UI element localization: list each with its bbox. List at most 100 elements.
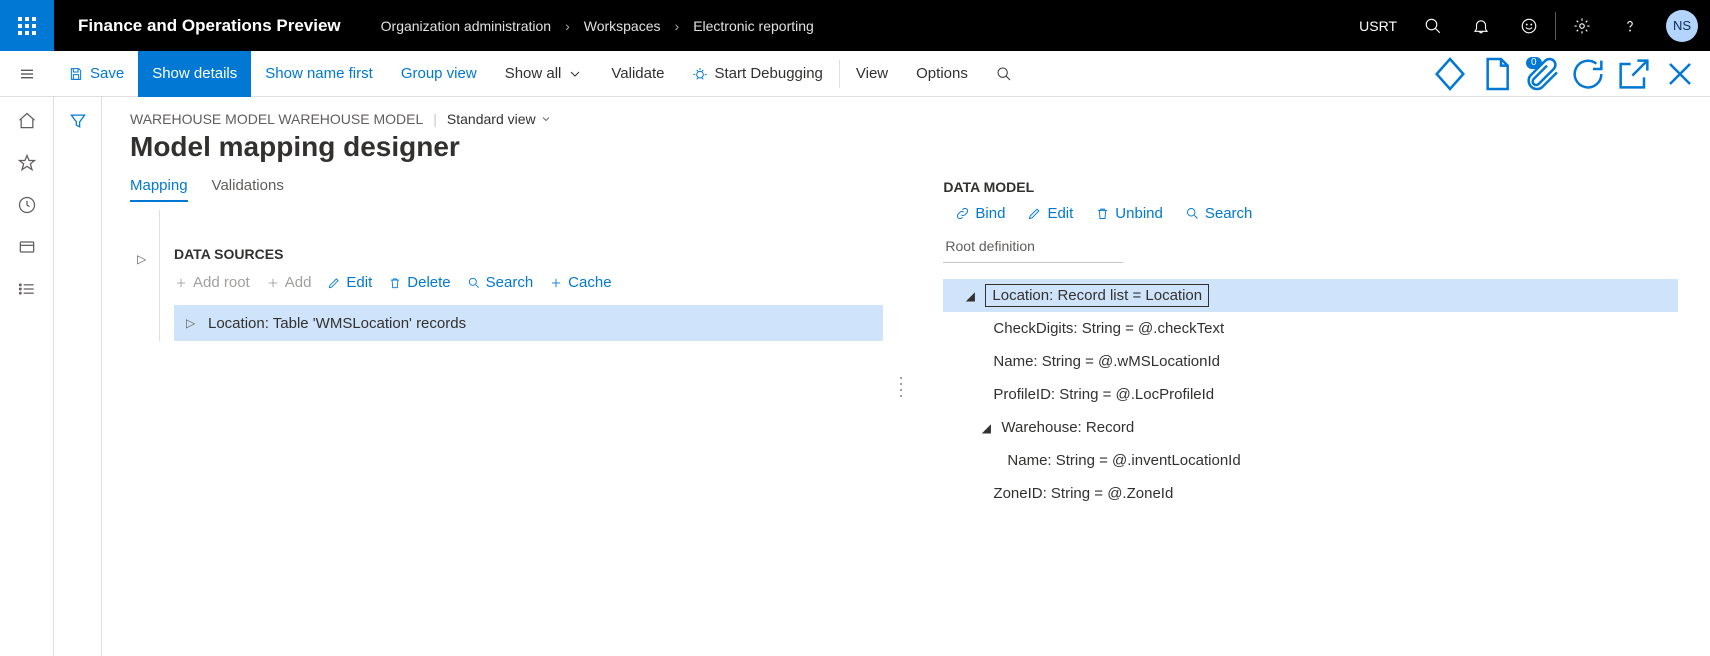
bind-button[interactable]: Bind [955, 205, 1005, 222]
divider [1555, 12, 1556, 40]
dm-row-label: ProfileID: String = @.LocProfileId [993, 386, 1214, 403]
add-root-button[interactable]: Add root [174, 274, 250, 291]
divider: | [433, 111, 437, 127]
options-menu[interactable]: Options [902, 51, 982, 97]
refresh-icon[interactable] [1568, 51, 1608, 97]
list-icon[interactable] [17, 279, 37, 299]
header-right: USRT NS [1347, 0, 1710, 51]
dm-row-label: Warehouse: Record [1001, 419, 1134, 436]
dm-row-label: Name: String = @.wMSLocationId [993, 353, 1220, 370]
data-model-heading: DATA MODEL [943, 179, 1678, 195]
show-name-first-label: Show name first [265, 65, 373, 82]
waffle-icon [18, 17, 36, 35]
top-header: Finance and Operations Preview Organizat… [0, 0, 1710, 51]
unbind-label: Unbind [1115, 205, 1163, 222]
waffle-launcher[interactable] [0, 0, 54, 51]
dm-row-warehouse[interactable]: ◢ Warehouse: Record [943, 411, 1678, 444]
view-name: Standard view [447, 111, 536, 127]
delete-button[interactable]: Delete [388, 274, 450, 291]
root-definition-underline [943, 262, 1123, 263]
search-icon[interactable] [1409, 0, 1457, 51]
data-sources-heading: DATA SOURCES [174, 246, 883, 262]
diamond-icon[interactable] [1430, 51, 1470, 97]
command-bar: Save Show details Show name first Group … [0, 51, 1710, 97]
module-icon[interactable] [17, 237, 37, 257]
unbind-button[interactable]: Unbind [1095, 205, 1163, 222]
avatar[interactable]: NS [1666, 10, 1698, 42]
dm-row-name[interactable]: Name: String = @.wMSLocationId [943, 345, 1678, 378]
root-definition-label: Root definition [943, 238, 1678, 254]
view-menu[interactable]: View [842, 51, 902, 97]
dm-row-label: Location: Record list = Location [985, 284, 1209, 307]
data-source-label: Location: Table 'WMSLocation' records [208, 315, 466, 332]
group-view-label: Group view [401, 65, 477, 82]
command-search-icon[interactable] [982, 51, 1026, 97]
show-details-label: Show details [152, 65, 237, 82]
tab-validations[interactable]: Validations [212, 177, 284, 202]
smile-icon[interactable] [1505, 0, 1553, 51]
hamburger-icon[interactable] [0, 51, 54, 97]
chevron-right-icon[interactable]: ▷ [137, 252, 151, 341]
context-path: WAREHOUSE MODEL WAREHOUSE MODEL [130, 111, 423, 127]
show-all-dropdown[interactable]: Show all [491, 51, 598, 97]
dm-row-label: CheckDigits: String = @.checkText [993, 320, 1224, 337]
breadcrumb-item[interactable]: Electronic reporting [693, 18, 814, 34]
show-details-button[interactable]: Show details [138, 51, 251, 97]
clock-icon[interactable] [17, 195, 37, 215]
edit-label: Edit [346, 274, 372, 291]
ds-gutter: ▷ [130, 210, 160, 341]
breadcrumb-item[interactable]: Organization administration [381, 18, 551, 34]
star-icon[interactable] [17, 153, 37, 173]
dm-row-zone[interactable]: ZoneID: String = @.ZoneId [943, 477, 1678, 510]
chevron-right-icon[interactable]: ▷ [186, 316, 200, 330]
pane-resize-handle[interactable] [893, 177, 911, 397]
cache-button[interactable]: Cache [549, 274, 611, 291]
chevron-down-icon[interactable]: ◢ [979, 421, 993, 435]
breadcrumb: Organization administration › Workspaces… [371, 18, 814, 34]
breadcrumb-item[interactable]: Workspaces [584, 18, 661, 34]
options-label: Options [916, 65, 968, 82]
help-icon[interactable] [1606, 0, 1654, 51]
body: WAREHOUSE MODEL WAREHOUSE MODEL | Standa… [0, 97, 1710, 656]
left-navigation-rail [0, 97, 54, 656]
show-name-first-button[interactable]: Show name first [251, 51, 387, 97]
view-switcher[interactable]: Standard view [447, 111, 552, 127]
main-content: WAREHOUSE MODEL WAREHOUSE MODEL | Standa… [102, 97, 1710, 656]
popout-icon[interactable] [1614, 51, 1654, 97]
tab-mapping[interactable]: Mapping [130, 177, 188, 202]
data-source-row[interactable]: ▷ Location: Table 'WMSLocation' records [174, 305, 883, 341]
edit-button[interactable]: Edit [327, 274, 372, 291]
group-view-button[interactable]: Group view [387, 51, 491, 97]
start-debugging-button[interactable]: Start Debugging [678, 51, 836, 97]
save-button[interactable]: Save [54, 51, 138, 97]
dm-row-label: ZoneID: String = @.ZoneId [993, 485, 1173, 502]
dm-row-label: Name: String = @.inventLocationId [1007, 452, 1240, 469]
search-button[interactable]: Search [467, 274, 534, 291]
add-button[interactable]: Add [266, 274, 312, 291]
bell-icon[interactable] [1457, 0, 1505, 51]
dm-row-location[interactable]: ◢ Location: Record list = Location [943, 279, 1678, 312]
validate-button[interactable]: Validate [597, 51, 678, 97]
command-right: 0 [1430, 51, 1710, 97]
search-label: Search [486, 274, 534, 291]
show-all-label: Show all [505, 65, 562, 82]
validate-label: Validate [611, 65, 664, 82]
search-button[interactable]: Search [1185, 205, 1253, 222]
edit-button[interactable]: Edit [1027, 205, 1073, 222]
page-icon[interactable] [1476, 51, 1516, 97]
company-code[interactable]: USRT [1347, 18, 1409, 34]
dm-row-profile[interactable]: ProfileID: String = @.LocProfileId [943, 378, 1678, 411]
home-icon[interactable] [17, 111, 37, 131]
chevron-down-icon[interactable]: ◢ [963, 289, 977, 303]
search-label: Search [1205, 205, 1253, 222]
gear-icon[interactable] [1558, 0, 1606, 51]
dm-row-wh-name[interactable]: Name: String = @.inventLocationId [943, 444, 1678, 477]
edit-label: Edit [1047, 205, 1073, 222]
attachments-icon[interactable]: 0 [1522, 51, 1562, 97]
close-icon[interactable] [1660, 51, 1700, 97]
dm-row-checkdigits[interactable]: CheckDigits: String = @.checkText [943, 312, 1678, 345]
add-label: Add [285, 274, 312, 291]
bind-label: Bind [975, 205, 1005, 222]
start-debugging-label: Start Debugging [714, 65, 822, 82]
filter-column[interactable] [54, 97, 102, 656]
